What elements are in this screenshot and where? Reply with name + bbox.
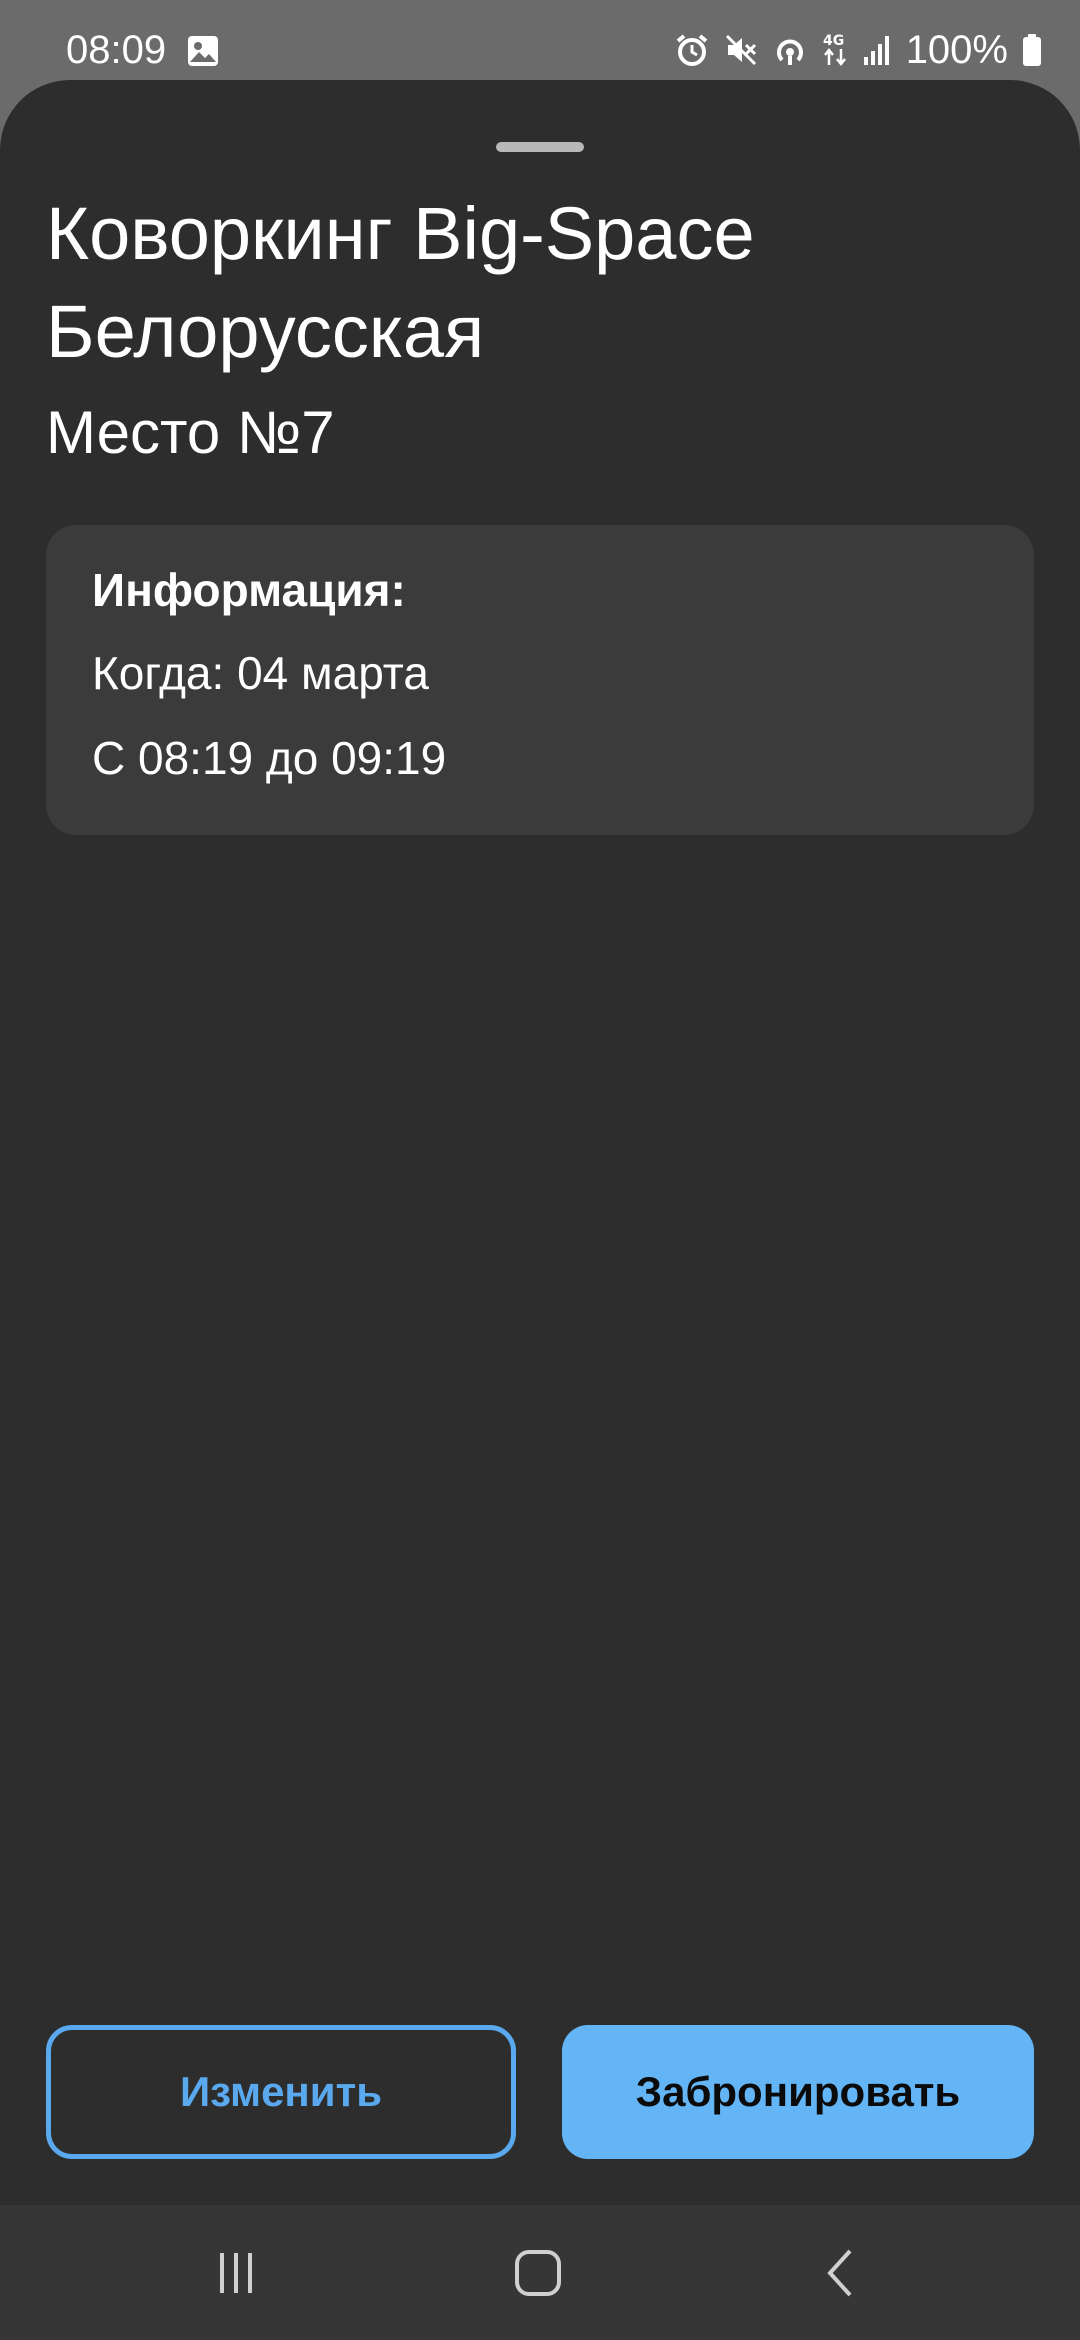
- svg-text:4G: 4G: [823, 33, 844, 49]
- status-time: 08:09: [66, 28, 167, 72]
- alarm-icon: [674, 32, 710, 68]
- book-button[interactable]: Забронировать: [562, 2025, 1034, 2159]
- booking-date: Когда: 04 марта: [92, 647, 429, 699]
- coworking-title: Коворкинг Big-Space Белорусская: [46, 192, 755, 373]
- status-icons: 4G 100%: [674, 26, 1042, 74]
- recents-icon[interactable]: [176, 2205, 296, 2340]
- hotspot-icon: [772, 32, 808, 68]
- mute-icon: [724, 33, 758, 67]
- booking-info-card: Информация: Когда: 04 марта С 08:19 до 0…: [46, 525, 1034, 835]
- drag-handle[interactable]: [496, 142, 584, 152]
- info-heading: Информация:: [92, 564, 406, 616]
- image-icon: [186, 34, 220, 68]
- 4g-icon: 4G: [822, 31, 848, 69]
- battery-percent: 100%: [905, 28, 1008, 72]
- signal-icon: [862, 33, 892, 67]
- seat-number: Место №7: [46, 399, 335, 466]
- change-button[interactable]: Изменить: [46, 2025, 516, 2159]
- back-icon[interactable]: [780, 2205, 900, 2340]
- battery-icon: [1022, 33, 1042, 67]
- navigation-bar: [0, 2205, 1080, 2340]
- home-icon[interactable]: [478, 2205, 598, 2340]
- booking-time-range: С 08:19 до 09:19: [92, 732, 447, 784]
